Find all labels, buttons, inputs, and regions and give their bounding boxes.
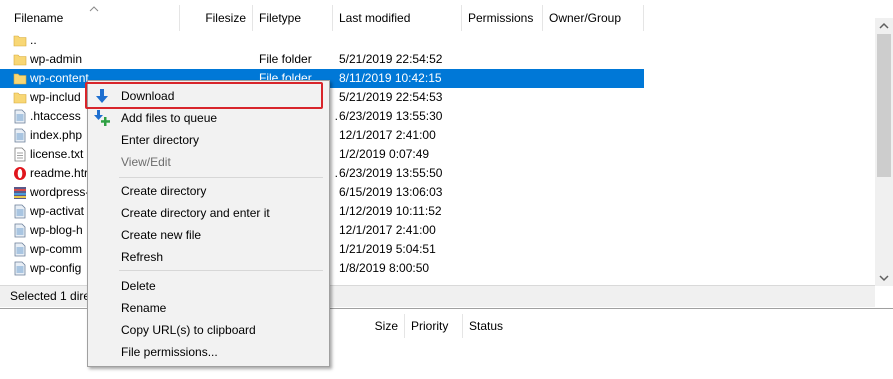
menu-separator	[119, 177, 323, 178]
menu-item-label: Create new file	[121, 228, 202, 242]
scroll-up-icon[interactable]	[875, 18, 893, 34]
archive-icon	[14, 187, 26, 199]
file-last-modified: 8/11/2019 10:42:15	[339, 71, 442, 85]
file-name-text: wordpress-	[30, 185, 90, 199]
file-name-text: ..	[30, 33, 37, 47]
file-name-text: license.txt	[30, 147, 84, 161]
context-menu[interactable]: Download Add files to queue Enter director…	[87, 80, 330, 367]
column-last-modified[interactable]: Last modified	[333, 5, 462, 31]
file-row[interactable]: wp-admin File folder 5/21/2019 22:54:52	[0, 50, 644, 69]
menu-item-add-files-to-queue[interactable]: Add files to queue	[88, 107, 329, 129]
column-filesize[interactable]: Filesize	[180, 5, 253, 31]
file-name-text: wp-config	[30, 261, 82, 275]
folder-icon	[13, 73, 27, 85]
menu-item-enter-directory[interactable]: Enter directory	[88, 129, 329, 151]
add-to-queue-icon	[94, 110, 110, 126]
menu-item-create-new-file[interactable]: Create new file	[88, 224, 329, 246]
vertical-scrollbar[interactable]	[875, 18, 893, 286]
file-last-modified: 12/1/2017 2:41:00	[339, 128, 436, 142]
menu-item-delete[interactable]: Delete	[88, 275, 329, 297]
file-last-modified: 5/21/2019 22:54:53	[339, 90, 443, 104]
file-last-modified: 6/23/2019 13:55:30	[339, 109, 443, 123]
column-permissions[interactable]: Permissions	[462, 5, 543, 31]
menu-item-label: Add files to queue	[121, 111, 218, 125]
file-row[interactable]: ..	[0, 31, 644, 50]
file-last-modified	[339, 31, 461, 50]
file-last-modified: 1/2/2019 0:07:49	[339, 147, 430, 161]
file-name-text: wp-includ	[30, 90, 81, 104]
file-type: File folder	[259, 52, 312, 66]
file-icon	[14, 242, 26, 257]
file-last-modified: 12/1/2017 2:41:00	[339, 223, 436, 237]
menu-item-label: Rename	[121, 301, 167, 315]
file-name-text: index.php	[30, 128, 83, 142]
menu-item-file-permissions[interactable]: File permissions...	[88, 341, 329, 363]
menu-item-label: File permissions...	[121, 345, 218, 359]
file-icon	[14, 204, 26, 219]
folder-icon	[13, 54, 27, 66]
file-name: ..	[10, 31, 180, 50]
download-highlight-box	[85, 82, 323, 109]
file-last-modified: 6/15/2019 13:06:03	[339, 185, 443, 199]
menu-item-label: Refresh	[121, 250, 164, 264]
queue-column-size[interactable]: Size	[340, 314, 405, 338]
file-icon	[14, 261, 26, 276]
menu-item-label: Enter directory	[121, 133, 200, 147]
file-icon	[14, 223, 26, 238]
menu-item-rename[interactable]: Rename	[88, 297, 329, 319]
menu-item-create-directory[interactable]: Create directory	[88, 180, 329, 202]
file-name-text: .htaccess	[30, 109, 81, 123]
file-name-text: readme.htr	[30, 166, 89, 180]
file-name-text: wp-comm	[30, 242, 83, 256]
file-icon	[14, 109, 26, 124]
menu-item-label: Copy URL(s) to clipboard	[121, 323, 256, 337]
file-last-modified: 1/8/2019 8:00:50	[339, 261, 430, 275]
file-icon	[14, 128, 26, 143]
file-name-text: wp-content	[30, 71, 89, 85]
file-name-text: wp-blog-h	[30, 223, 83, 237]
menu-item-label: Create directory and enter it	[121, 206, 270, 220]
menu-item-copy-url-s-to-clipboard[interactable]: Copy URL(s) to clipboard	[88, 319, 329, 341]
file-last-modified: 5/21/2019 22:54:52	[339, 52, 443, 66]
menu-item-create-directory-and-enter-it[interactable]: Create directory and enter it	[88, 202, 329, 224]
file-name: wp-admin	[10, 50, 180, 69]
menu-item-refresh[interactable]: Refresh	[88, 246, 329, 268]
column-owner-group[interactable]: Owner/Group	[543, 5, 644, 31]
folder-icon	[13, 92, 27, 104]
column-header-row: Filename Filesize Filetype Last modified…	[0, 5, 873, 31]
folder-icon	[13, 35, 27, 47]
file-last-modified: 6/23/2019 13:55:50	[339, 166, 443, 180]
file-last-modified: 1/21/2019 5:04:51	[339, 242, 436, 256]
file-name-text: wp-activat	[30, 204, 85, 218]
menu-separator	[119, 270, 323, 271]
column-filename[interactable]: Filename	[8, 5, 180, 31]
scrollbar-thumb[interactable]	[877, 34, 891, 177]
file-name-text: wp-admin	[30, 52, 83, 66]
file-last-modified: 1/12/2019 10:11:52	[339, 204, 442, 218]
menu-item-label: View/Edit	[121, 155, 171, 169]
menu-item-view-edit: View/Edit	[88, 151, 329, 173]
scroll-down-icon[interactable]	[875, 270, 893, 286]
text-file-icon	[14, 147, 26, 162]
queue-column-priority[interactable]: Priority	[405, 314, 463, 338]
column-filetype[interactable]: Filetype	[253, 5, 333, 31]
menu-item-label: Delete	[121, 279, 156, 293]
menu-item-label: Create directory	[121, 184, 207, 198]
file-type	[259, 31, 333, 50]
queue-column-status[interactable]: Status	[463, 314, 663, 338]
opera-icon	[14, 167, 26, 180]
